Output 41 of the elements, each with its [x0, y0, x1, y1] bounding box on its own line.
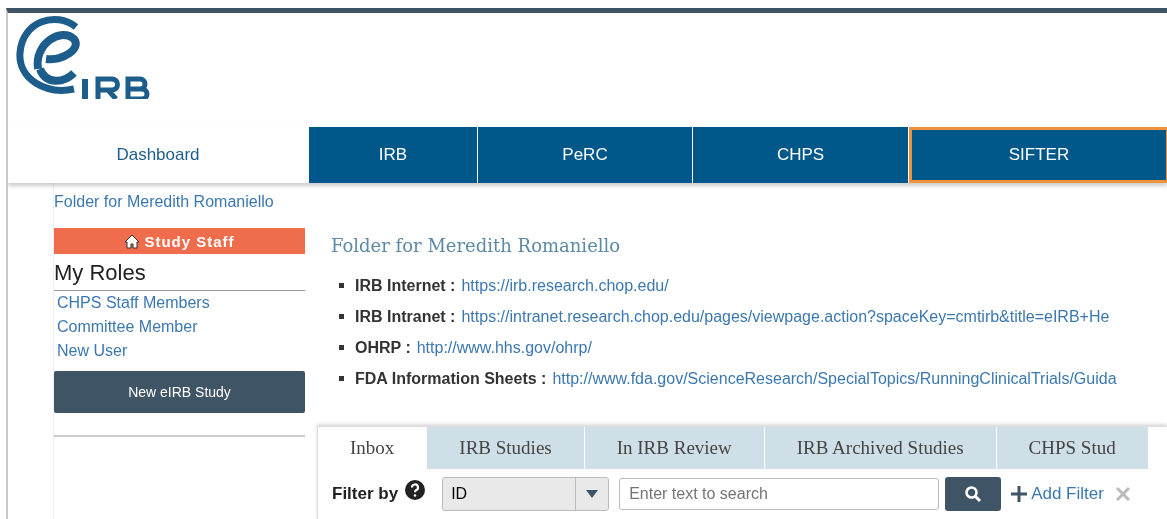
search-field[interactable]: Enter text to search [619, 478, 940, 510]
filter-label: Filter by [332, 484, 399, 504]
banner-text: Study Staff [144, 232, 235, 250]
house-icon [124, 233, 141, 249]
filter-select[interactable]: ID [442, 477, 610, 511]
link-label: OHRP : [355, 338, 411, 357]
link-label: IRB Internet : [355, 276, 456, 295]
search-button[interactable] [945, 477, 1002, 511]
panel-tab[interactable]: Inbox [318, 427, 428, 469]
url-link[interactable]: http://www.fda.gov/ScienceResearch/SpecialTopics/RunningClinicalTrials/Guida [552, 369, 1117, 388]
bullet-icon [339, 345, 344, 350]
role-link[interactable]: New User [54, 339, 305, 363]
link-label: FDA Information Sheets : [355, 369, 547, 388]
help-icon[interactable] [404, 479, 427, 501]
caret-icon [586, 490, 599, 498]
nav-tab[interactable]: IRB [309, 127, 478, 183]
folder-link[interactable]: Folder for Meredith Romaniello [54, 193, 305, 211]
panel-tab[interactable]: IRB Studies [427, 427, 585, 469]
role-link[interactable]: Committee Member [54, 315, 305, 339]
url-link[interactable]: http://www.hhs.gov/ohrp/ [416, 338, 592, 357]
nav-tab[interactable]: SIFTER [909, 127, 1167, 183]
panel-tab[interactable]: IRB Archived Studies [764, 427, 997, 469]
folder-title: Folder for Meredith Romaniello [331, 235, 622, 256]
select-value: ID [450, 485, 469, 503]
url-link[interactable]: https://intranet.research.chop.edu/pages/viewpage.action?spaceKey=cmtirb&title=eIRB+He [461, 307, 1110, 326]
link-label: IRB Intranet : [355, 307, 456, 326]
role-link[interactable]: CHPS Staff Members [54, 291, 305, 315]
nav-tab[interactable]: Dashboard [8, 127, 309, 183]
panel-tab[interactable]: In IRB Review [584, 427, 765, 469]
bullet-icon [339, 314, 344, 319]
url-link[interactable]: https://irb.research.chop.edu/ [461, 276, 669, 295]
roles-heading: My Roles [54, 254, 305, 291]
search-icon [964, 485, 983, 503]
plus-icon [1011, 486, 1028, 502]
add-filter-link[interactable]: Add Filter [1011, 484, 1104, 504]
panel-tab[interactable]: CHPS Stud [996, 427, 1149, 469]
nav-tab[interactable]: CHPS [693, 127, 909, 183]
nav-tab[interactable]: PeRC [478, 127, 693, 183]
bullet-icon [339, 283, 344, 288]
bullet-icon [339, 376, 344, 381]
new-study-button[interactable]: New eIRB Study [54, 371, 305, 413]
